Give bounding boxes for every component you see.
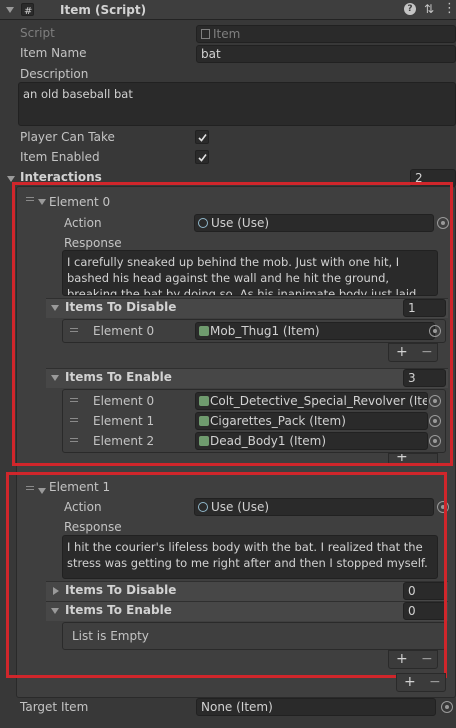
component-header[interactable]: # Item (Script) ? ⇅ ⋮ <box>0 0 456 20</box>
object-picker-icon[interactable] <box>441 701 453 713</box>
script-label: Script <box>20 26 55 40</box>
help-icon[interactable]: ? <box>404 3 416 15</box>
component-enabled-checkbox[interactable]: # <box>21 3 34 16</box>
item-enabled-label: Item Enabled <box>20 150 100 164</box>
player-can-take-checkbox[interactable] <box>195 130 209 144</box>
foldout-arrow-icon[interactable] <box>6 7 14 13</box>
description-label: Description <box>20 67 89 81</box>
presets-icon[interactable]: ⇅ <box>424 2 434 16</box>
highlight-box-element1 <box>6 472 447 678</box>
item-name-field[interactable]: bat <box>196 45 456 63</box>
target-item-field[interactable]: None (Item) <box>196 698 436 716</box>
checkmark-icon <box>198 154 207 162</box>
checkmark-icon <box>198 134 207 142</box>
item-name-label: Item Name <box>20 46 87 60</box>
item-enabled-checkbox[interactable] <box>195 150 209 164</box>
component-title: Item (Script) <box>60 3 147 17</box>
player-can-take-label: Player Can Take <box>20 130 115 144</box>
add-button[interactable]: + <box>404 674 416 690</box>
remove-button[interactable]: − <box>429 674 441 690</box>
script-field: Item <box>196 25 456 43</box>
target-item-label: Target Item <box>20 700 89 714</box>
interactions-plus-minus: + − <box>396 673 446 692</box>
script-icon <box>201 29 210 39</box>
more-icon[interactable]: ⋮ <box>443 1 456 16</box>
script-value: Item <box>213 27 241 41</box>
description-field[interactable]: an old baseball bat <box>18 82 456 126</box>
svg-text:#: # <box>24 6 32 16</box>
highlight-box-element0 <box>12 182 453 466</box>
